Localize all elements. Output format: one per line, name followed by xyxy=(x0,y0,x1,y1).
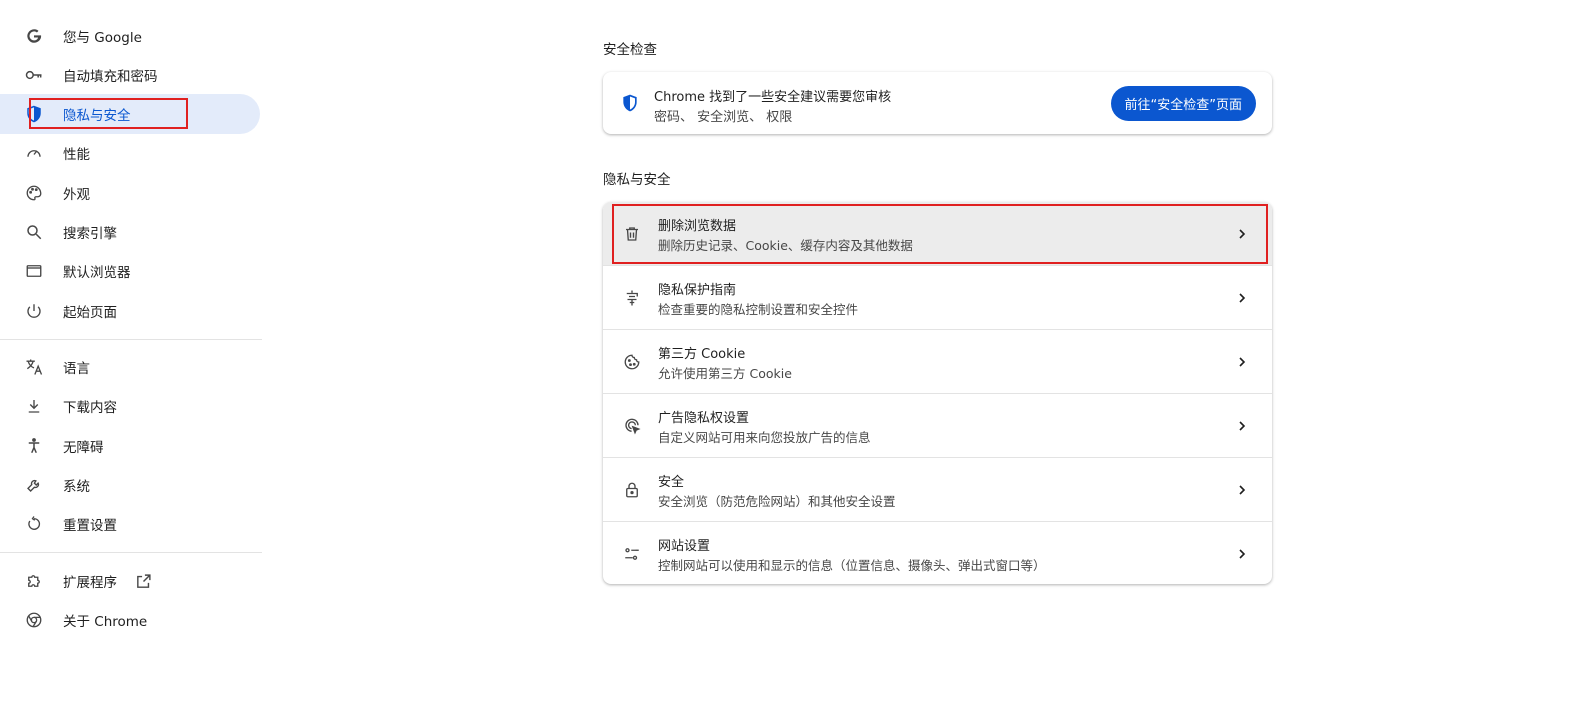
row-subtitle: 控制网站可以使用和显示的信息（位置信息、摄像头、弹出式窗口等） xyxy=(658,558,1046,573)
sidebar-item-label: 下载内容 xyxy=(63,400,117,416)
key-icon xyxy=(24,65,44,85)
sidebar-item-label: 系统 xyxy=(63,479,90,495)
privacy-security-card: 删除浏览数据 删除历史记录、Cookie、缓存内容及其他数据 隐私保护指南 检查… xyxy=(603,202,1272,584)
sidebar-item-label: 扩展程序 xyxy=(63,575,117,591)
wrench-icon xyxy=(24,475,44,495)
go-to-safety-check-button[interactable]: 前往“安全检查”页面 xyxy=(1110,86,1256,121)
open-in-new-icon xyxy=(134,572,152,590)
safety-check-subtitle: 密码、 安全浏览、 权限 xyxy=(654,110,793,125)
site-settings-icon xyxy=(622,544,642,564)
search-icon xyxy=(24,222,44,242)
sidebar-item-performance[interactable]: 性能 xyxy=(0,133,260,173)
row-site-settings[interactable]: 网站设置 控制网站可以使用和显示的信息（位置信息、摄像头、弹出式窗口等） xyxy=(603,522,1272,584)
sidebar-item-search-engine[interactable]: 搜索引擎 xyxy=(0,212,260,252)
sidebar-item-privacy-security[interactable]: 隐私与安全 xyxy=(0,94,260,134)
reset-icon xyxy=(24,514,44,534)
google-g-icon xyxy=(24,26,44,46)
sidebar-item-reset-settings[interactable]: 重置设置 xyxy=(0,504,260,544)
row-subtitle: 允许使用第三方 Cookie xyxy=(658,366,792,381)
sidebar-divider xyxy=(0,552,262,553)
chevron-right-icon xyxy=(1234,226,1250,242)
sidebar-item-label: 搜索引擎 xyxy=(63,226,117,242)
privacy-section-title: 隐私与安全 xyxy=(603,172,671,188)
row-title: 广告隐私权设置 xyxy=(658,411,750,426)
sidebar-item-about-chrome[interactable]: 关于 Chrome xyxy=(0,600,260,640)
row-title: 删除浏览数据 xyxy=(658,219,737,234)
browser-window-icon xyxy=(24,261,44,281)
row-third-party-cookies[interactable]: 第三方 Cookie 允许使用第三方 Cookie xyxy=(603,330,1272,394)
palette-icon xyxy=(24,183,44,203)
sidebar-item-label: 起始页面 xyxy=(63,305,117,321)
sidebar: 您与 Google 自动填充和密码 隐私与安全 性能 外观 搜索引擎 默认浏览器… xyxy=(0,0,262,707)
chevron-right-icon xyxy=(1234,354,1250,370)
ad-privacy-icon xyxy=(622,416,642,436)
shield-icon xyxy=(24,104,44,124)
row-clear-browsing-data[interactable]: 删除浏览数据 删除历史记录、Cookie、缓存内容及其他数据 xyxy=(603,202,1272,266)
privacy-guide-icon xyxy=(622,288,642,308)
sidebar-item-label: 您与 Google xyxy=(63,30,142,46)
chevron-right-icon xyxy=(1234,290,1250,306)
sidebar-item-label: 重置设置 xyxy=(63,518,117,534)
shield-check-icon xyxy=(620,93,640,113)
sidebar-item-label: 外观 xyxy=(63,187,90,203)
safety-check-section-title: 安全检查 xyxy=(603,42,657,58)
chevron-right-icon xyxy=(1234,418,1250,434)
safety-check-title: Chrome 找到了一些安全建议需要您审核 xyxy=(654,90,892,105)
speedometer-icon xyxy=(24,143,44,163)
row-subtitle: 安全浏览（防范危险网站）和其他安全设置 xyxy=(658,494,896,509)
download-icon xyxy=(24,396,44,416)
power-icon xyxy=(24,301,44,321)
row-title: 安全 xyxy=(658,475,685,490)
safety-check-card: Chrome 找到了一些安全建议需要您审核 密码、 安全浏览、 权限 前往“安全… xyxy=(603,72,1272,134)
chevron-right-icon xyxy=(1234,546,1250,562)
accessibility-icon xyxy=(24,436,44,456)
sidebar-item-downloads[interactable]: 下载内容 xyxy=(0,386,260,426)
sidebar-item-label: 语言 xyxy=(63,361,90,377)
lock-icon xyxy=(622,480,642,500)
settings-page: 您与 Google 自动填充和密码 隐私与安全 性能 外观 搜索引擎 默认浏览器… xyxy=(0,0,1592,707)
row-ad-privacy[interactable]: 广告隐私权设置 自定义网站可用来向您投放广告的信息 xyxy=(603,394,1272,458)
sidebar-item-system[interactable]: 系统 xyxy=(0,465,260,505)
sidebar-divider xyxy=(0,339,262,340)
chrome-icon xyxy=(24,610,44,630)
sidebar-item-default-browser[interactable]: 默认浏览器 xyxy=(0,251,260,291)
chevron-right-icon xyxy=(1234,482,1250,498)
row-privacy-guide[interactable]: 隐私保护指南 检查重要的隐私控制设置和安全控件 xyxy=(603,266,1272,330)
sidebar-item-accessibility[interactable]: 无障碍 xyxy=(0,426,260,466)
sidebar-item-label: 性能 xyxy=(63,147,90,163)
row-subtitle: 检查重要的隐私控制设置和安全控件 xyxy=(658,302,859,317)
row-subtitle: 自定义网站可用来向您投放广告的信息 xyxy=(658,430,871,445)
translate-icon xyxy=(24,357,44,377)
sidebar-item-extensions[interactable]: 扩展程序 xyxy=(0,561,260,601)
sidebar-item-label: 关于 Chrome xyxy=(63,614,148,630)
row-security[interactable]: 安全 安全浏览（防范危险网站）和其他安全设置 xyxy=(603,458,1272,522)
sidebar-item-label: 无障碍 xyxy=(63,440,104,456)
row-title: 第三方 Cookie xyxy=(658,347,746,362)
sidebar-item-label: 默认浏览器 xyxy=(63,265,131,281)
sidebar-item-label: 自动填充和密码 xyxy=(63,69,158,85)
sidebar-item-you-and-google[interactable]: 您与 Google xyxy=(0,16,260,56)
sidebar-item-autofill[interactable]: 自动填充和密码 xyxy=(0,55,260,95)
sidebar-item-label: 隐私与安全 xyxy=(63,108,131,124)
puzzle-icon xyxy=(24,571,44,591)
sidebar-item-languages[interactable]: 语言 xyxy=(0,347,260,387)
sidebar-item-appearance[interactable]: 外观 xyxy=(0,173,260,213)
row-subtitle: 删除历史记录、Cookie、缓存内容及其他数据 xyxy=(658,238,913,253)
cookie-icon xyxy=(622,352,642,372)
row-title: 网站设置 xyxy=(658,539,711,554)
sidebar-item-on-startup[interactable]: 起始页面 xyxy=(0,291,260,331)
trash-icon xyxy=(622,224,642,244)
row-title: 隐私保护指南 xyxy=(658,283,737,298)
